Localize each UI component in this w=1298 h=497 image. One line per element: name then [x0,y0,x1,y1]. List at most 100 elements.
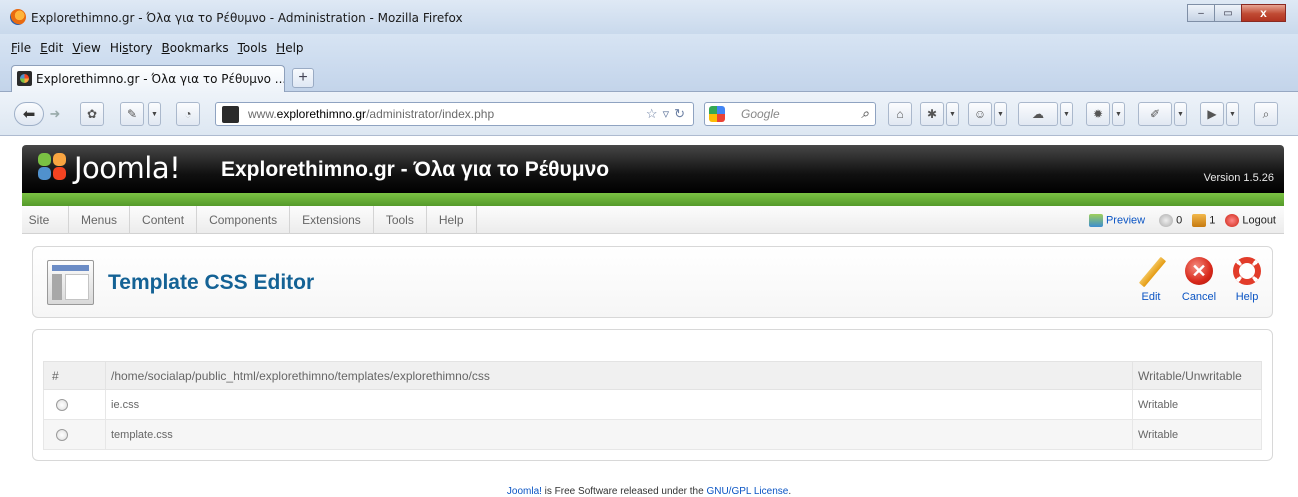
search-placeholder: Google [741,107,780,121]
pencil-icon[interactable]: ✎ [120,102,144,126]
new-tab-button[interactable]: + [292,68,314,88]
header-accent-bar [22,193,1284,206]
url-bar-actions: ☆ ▿ ↻ [646,106,685,122]
menu-edit-key: E [40,41,48,55]
file-status: Writable [1132,419,1262,450]
menu-bookmarks-rest: ookmarks [169,41,229,55]
menu-help[interactable]: Help [276,41,303,55]
gpl-license-link[interactable]: GNU/GPL License [706,486,788,497]
menu-help-key: H [276,41,286,55]
help-button[interactable]: Help [1224,257,1270,303]
edit-label: Edit [1141,291,1161,303]
google-engine-icon[interactable] [709,106,725,122]
history-dropdown-icon[interactable]: ▿ [663,106,670,122]
back-button[interactable]: ⬅ [14,102,44,126]
menu-tools-rest: ools [242,41,268,55]
youtube-addon-icon[interactable]: ▶ [1200,102,1224,126]
menu-file[interactable]: File [11,41,31,55]
pencil-dropdown-icon[interactable]: ▼ [148,102,161,126]
minimize-button[interactable]: – [1187,4,1214,22]
joomla-logo-text: Joomla! [74,151,181,185]
edit-button[interactable]: Edit [1128,257,1174,303]
reload-icon[interactable]: ↻ [674,106,685,122]
file-name[interactable]: ie.css [105,389,1133,420]
addon-bug-icon[interactable]: ✱ [920,102,944,126]
forward-button[interactable]: ➜ [45,102,65,126]
cancel-button[interactable]: ✕ Cancel [1176,257,1222,303]
menu-history[interactable]: History [110,41,153,55]
youtube-addon-dropdown-icon[interactable]: ▼ [1226,102,1239,126]
menu-view[interactable]: View [72,41,100,55]
tab-title: Explorethimno.gr - Όλα για το Ρέθυμνο ..… [36,72,285,86]
messages-icon [1159,213,1174,227]
joomla-menubar: Site Menus Content Components Extensions… [22,205,1284,234]
logout-icon [1225,213,1240,227]
maximize-button[interactable]: ▭ [1214,4,1241,22]
addon-tools-dropdown-icon[interactable]: ▼ [1174,102,1187,126]
bookmark-star-icon[interactable]: ☆ [646,106,658,122]
window-title: Explorethimno.gr - Όλα για το Ρέθυμνο - … [31,11,463,25]
admin-status: Preview 0 1 Logout [1088,206,1276,234]
menu-help-rest: elp [285,41,304,55]
search-bar[interactable]: Google ⌕ [704,102,876,126]
search-icon[interactable]: ⌕ [861,105,869,122]
jmenu-help[interactable]: Help [427,205,477,234]
jmenu-components[interactable]: Components [197,205,291,234]
zoom-search-icon[interactable]: ⌕ [1254,102,1278,126]
logout-label: Logout [1242,213,1276,226]
addon-gear-dropdown-icon[interactable]: ▼ [1112,102,1125,126]
toolbar-box: Template CSS Editor Edit ✕ Cancel Help [32,246,1273,318]
addon-face-dropdown-icon[interactable]: ▼ [994,102,1007,126]
file-radio[interactable] [56,428,68,441]
window-controls: – ▭ x [1187,4,1286,22]
jmenu-site[interactable]: Site [22,205,69,234]
addon-firebug-dropdown-icon[interactable]: ▼ [1060,102,1073,126]
footer-end: . [788,486,792,497]
refresh-addon-icon[interactable]: ◔ [176,102,200,126]
col-header-number: # [43,361,106,390]
url-host: explorethimno.gr [276,107,367,121]
row-select-cell [43,419,106,450]
url-path: /administrator/index.php [366,107,495,121]
table-row: template.css Writable [43,419,1262,450]
addon-firebug-icon[interactable]: ☁ [1018,102,1058,126]
addon-bug-dropdown-icon[interactable]: ▼ [946,102,959,126]
navigation-toolbar: ⬅ ➜ ✿ ✎ ▼ ◔ www. explorethimno.gr/adminis… [0,92,1298,136]
site-favicon-icon [222,106,239,123]
tab-joomla-admin[interactable]: Explorethimno.gr - Όλα για το Ρέθυμνο ..… [11,65,285,92]
back-arrow-icon: ⬅ [22,106,36,123]
users-value: 1 [1209,213,1216,226]
addon-puzzle-icon[interactable]: ✿ [80,102,104,126]
addon-gear-icon[interactable]: ✹ [1086,102,1110,126]
window-titlebar: Explorethimno.gr - Όλα για το Ρέθυμνο - … [0,0,1298,34]
home-icon[interactable]: ⌂ [888,102,912,126]
file-radio[interactable] [56,398,68,411]
users-count[interactable]: 1 [1192,213,1216,227]
jmenu-tools[interactable]: Tools [374,205,427,234]
help-lifebuoy-icon [1233,257,1261,285]
preview-link[interactable]: Preview [1088,213,1145,227]
table-row: ie.css Writable [43,389,1262,420]
site-title: Explorethimno.gr - Όλα για το Ρέθυμνο [221,158,610,181]
url-prefix: www. [248,107,277,121]
url-bar[interactable]: www. explorethimno.gr/administrator/index… [215,102,694,126]
menu-tools[interactable]: Tools [238,41,268,55]
menu-bookmarks[interactable]: Bookmarks [162,41,229,55]
firefox-logo-icon [10,9,26,25]
addon-face-icon[interactable]: ☺ [968,102,992,126]
joomla-link[interactable]: Joomla! [507,486,542,497]
menu-history-pre: Hi [109,41,123,55]
menu-file-rest: ile [17,41,32,55]
logout-link[interactable]: Logout [1225,213,1276,227]
jmenu-content[interactable]: Content [130,205,198,234]
jmenu-extensions[interactable]: Extensions [290,205,374,234]
messages-count[interactable]: 0 [1159,213,1182,227]
jmenu-menus[interactable]: Menus [69,205,131,234]
users-icon [1192,213,1207,227]
addon-tools-icon[interactable]: ✐ [1138,102,1172,126]
menu-edit-rest: dit [47,41,64,55]
close-window-button[interactable]: x [1241,4,1286,22]
forward-arrow-icon: ➜ [49,106,61,121]
file-name[interactable]: template.css [105,419,1133,450]
menu-edit[interactable]: Edit [40,41,63,55]
